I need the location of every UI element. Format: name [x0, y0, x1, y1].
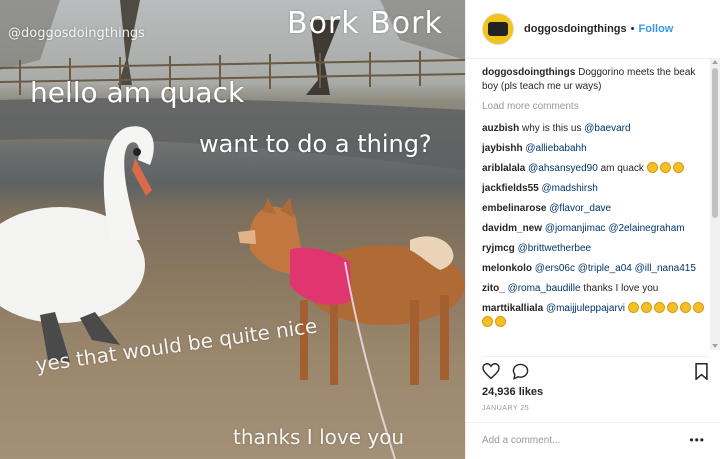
- comment-username[interactable]: melonkolo: [482, 263, 532, 274]
- comment-mention[interactable]: @roma_baudille: [508, 283, 581, 294]
- caption-username[interactable]: doggosdoingthings: [482, 67, 575, 78]
- comment-mention[interactable]: @ill_nana415: [635, 263, 696, 274]
- comment-mention[interactable]: @baevard: [584, 123, 630, 134]
- comment-mention[interactable]: @ers06c: [535, 263, 575, 274]
- avatar-image: [488, 22, 508, 36]
- comment-mention[interactable]: @ahsansyed90: [528, 163, 598, 174]
- instagram-post-view: @doggosdoingthings Bork Bork hello am qu…: [0, 0, 720, 459]
- heart-icon[interactable]: [482, 363, 500, 379]
- comment-item: jackfields55 @madshirsh: [482, 182, 708, 196]
- comment-username[interactable]: ryjmcg: [482, 243, 515, 254]
- add-comment-bar: •••: [466, 422, 720, 459]
- post-header: doggosdoingthings • Follow: [466, 0, 720, 59]
- comment-mention[interactable]: @2elainegraham: [608, 223, 684, 234]
- comment-username[interactable]: davidm_new: [482, 223, 542, 234]
- post-sidebar: doggosdoingthings • Follow doggosdoingth…: [465, 0, 720, 459]
- comment-username[interactable]: embelinarose: [482, 203, 546, 214]
- comment-username[interactable]: ariblalala: [482, 163, 525, 174]
- caption-bork: Bork Bork: [287, 6, 443, 41]
- comment-item: davidm_new @jomanjimac @2elainegraham: [482, 222, 708, 236]
- comment-mention[interactable]: @brittwetherbee: [518, 243, 592, 254]
- more-options-icon[interactable]: •••: [689, 433, 705, 447]
- comment-text: why is this us: [522, 123, 585, 134]
- comment-item: embelinarose @flavor_dave: [482, 202, 708, 216]
- profile-avatar[interactable]: [482, 13, 514, 45]
- post-actions: [482, 356, 708, 389]
- comment-item: zito_ @roma_baudille thanks I love you: [482, 282, 708, 296]
- comment-item: ariblalala @ahsansyed90 am quack: [482, 162, 708, 176]
- comment-item: auzbish why is this us @baevard: [482, 122, 708, 136]
- laughing-crying-emoji-icon: [666, 302, 678, 313]
- comment-username[interactable]: auzbish: [482, 123, 519, 134]
- comments-list: doggosdoingthings Doggorino meets the be…: [482, 66, 708, 350]
- photo-illustration: [0, 0, 465, 459]
- caption-want: want to do a thing?: [199, 130, 432, 158]
- scroll-down-arrow-icon[interactable]: [712, 344, 718, 348]
- comment-mention[interactable]: @alliebabahh: [525, 143, 586, 154]
- comment-mention[interactable]: @jomanjimac: [545, 223, 606, 234]
- header-separator: •: [630, 23, 635, 35]
- comments-scrollbar[interactable]: [710, 58, 720, 350]
- laughing-crying-emoji-icon: [672, 162, 684, 173]
- laughing-crying-emoji-icon: [627, 302, 639, 313]
- bookmark-icon[interactable]: [695, 363, 708, 380]
- laughing-crying-emoji-icon: [659, 162, 671, 173]
- laughing-crying-emoji-icon: [653, 302, 665, 313]
- comment-mention[interactable]: @flavor_dave: [549, 203, 611, 214]
- add-comment-input[interactable]: [482, 435, 682, 446]
- laughing-crying-emoji-icon: [646, 162, 658, 173]
- swan: [0, 126, 154, 362]
- load-more-comments[interactable]: Load more comments: [482, 100, 708, 114]
- laughing-crying-emoji-icon: [495, 316, 506, 327]
- comment-item: melonkolo @ers06c @triple_a04 @ill_nana4…: [482, 262, 708, 276]
- comment-text: am quack: [597, 163, 647, 174]
- post-photo: @doggosdoingthings Bork Bork hello am qu…: [0, 0, 465, 459]
- comment-icon[interactable]: [512, 363, 529, 380]
- scroll-thumb[interactable]: [712, 68, 718, 218]
- laughing-crying-emoji-icon: [679, 302, 691, 313]
- comment-text: thanks I love you: [580, 283, 659, 294]
- comment-username[interactable]: marttikalliala: [482, 303, 543, 314]
- comment-mention[interactable]: @madshirsh: [542, 183, 598, 194]
- follow-button[interactable]: Follow: [639, 23, 674, 35]
- laughing-crying-emoji-icon: [640, 302, 652, 313]
- comment-item: ryjmcg @brittwetherbee: [482, 242, 708, 256]
- photo-watermark: @doggosdoingthings: [8, 26, 145, 41]
- post-date: JANUARY 25: [482, 405, 530, 412]
- likes-count[interactable]: 24,936 likes: [482, 386, 543, 398]
- caption-thanks: thanks I love you: [233, 425, 405, 449]
- comment-username[interactable]: zito_: [482, 283, 505, 294]
- header-username[interactable]: doggosdoingthings: [524, 23, 627, 35]
- scroll-up-arrow-icon[interactable]: [712, 60, 718, 64]
- comment-username[interactable]: jaybishh: [482, 143, 523, 154]
- laughing-crying-emoji-icon: [692, 302, 704, 313]
- comment-mention[interactable]: @triple_a04: [578, 263, 632, 274]
- comment-item: marttikalliala @maijjuleppajarvi: [482, 302, 708, 330]
- caption-hello: hello am quack: [30, 76, 245, 109]
- comment-mention[interactable]: @maijjuleppajarvi: [546, 303, 625, 314]
- comment-item: jaybishh @alliebabahh: [482, 142, 708, 156]
- comment-username[interactable]: jackfields55: [482, 183, 539, 194]
- post-caption: doggosdoingthings Doggorino meets the be…: [482, 66, 708, 94]
- laughing-crying-emoji-icon: [482, 316, 493, 327]
